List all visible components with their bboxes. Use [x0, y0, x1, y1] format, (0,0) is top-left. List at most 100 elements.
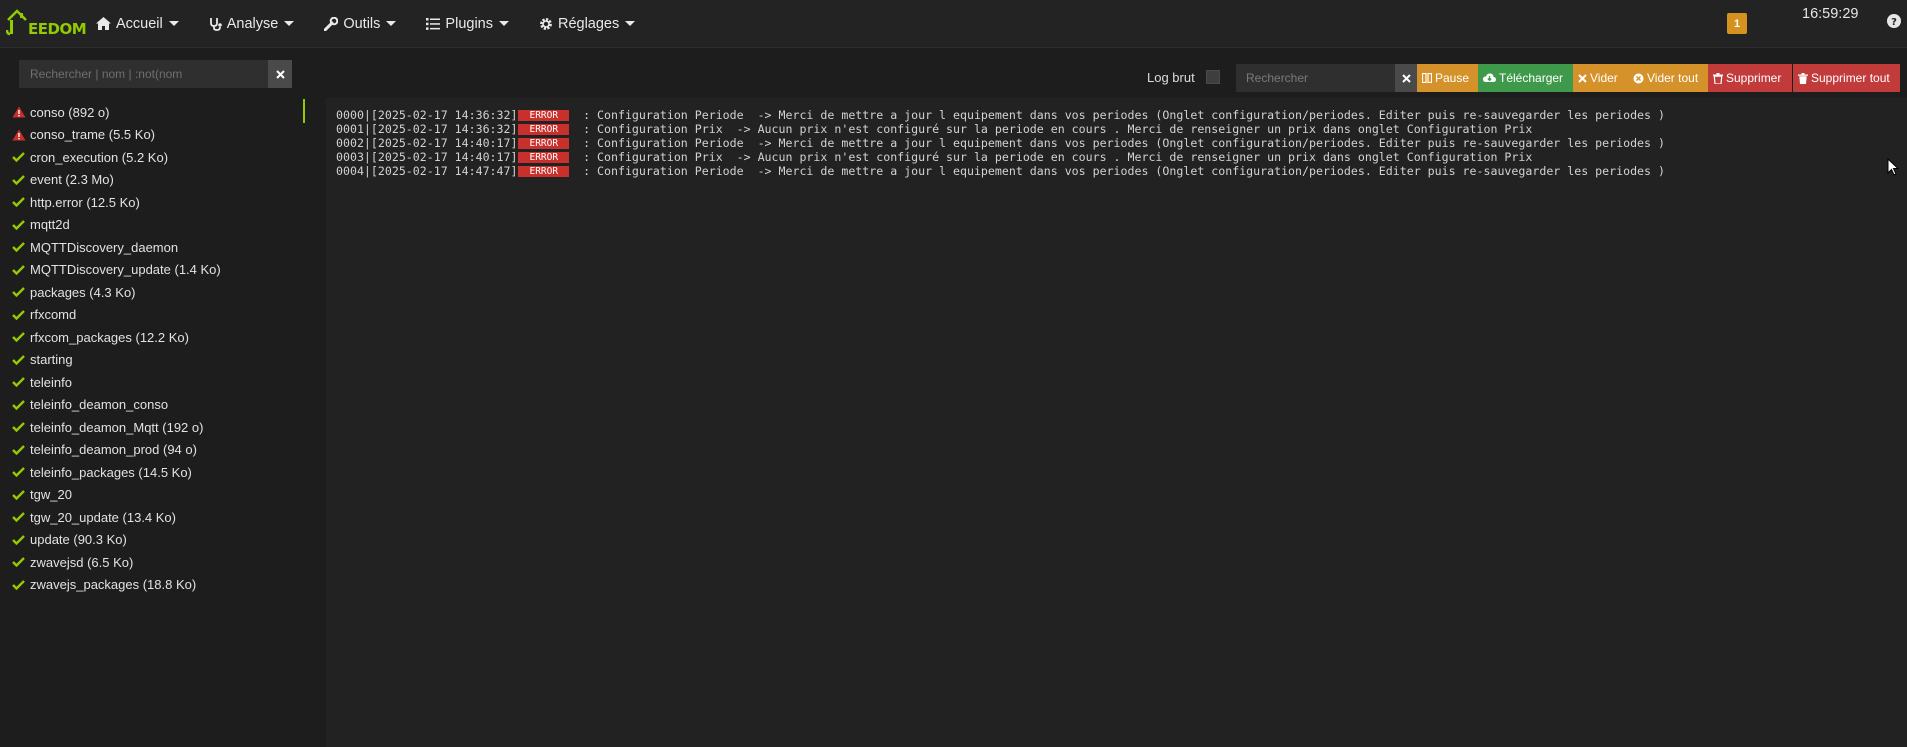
log-content-search-input[interactable]: [1236, 64, 1395, 92]
log-file-item[interactable]: conso (892 o): [0, 99, 305, 124]
log-file-label: teleinfo_deamon_conso: [30, 397, 169, 413]
check-icon: [10, 422, 27, 433]
chevron-down-icon: [284, 21, 295, 26]
stethoscope-icon: [209, 17, 222, 31]
log-line-message: : Configuration Periode -> Merci de mett…: [576, 164, 1665, 178]
log-file-item[interactable]: tgw_20_update (13.4 Ko): [0, 506, 305, 529]
check-icon: [10, 557, 27, 568]
error-level-badge: ERROR: [518, 165, 570, 177]
check-icon: [10, 197, 27, 208]
log-file-item[interactable]: MQTTDiscovery_daemon: [0, 236, 305, 259]
log-file-item[interactable]: conso_trame (5.5 Ko): [0, 124, 305, 147]
log-file-item[interactable]: teleinfo_deamon_Mqtt (192 o): [0, 416, 305, 439]
log-line-message: : Configuration Prix -> Aucun prix n'est…: [576, 122, 1533, 136]
log-lines: 0000|[2025-02-17 14:36:32] ERROR : Config…: [336, 108, 1665, 178]
check-icon: [10, 399, 27, 410]
log-line-prefix: 0001|[2025-02-17 14:36:32]: [336, 122, 518, 136]
log-file-item[interactable]: MQTTDiscovery_update (1.4 Ko): [0, 259, 305, 282]
mouse-cursor-icon: [1887, 157, 1900, 179]
menu-outils[interactable]: Outils: [322, 0, 406, 47]
download-button[interactable]: Télécharger: [1478, 64, 1573, 92]
log-line-message: : Configuration Periode -> Merci de mett…: [576, 108, 1665, 122]
jeedom-logo[interactable]: EEDOM: [5, 6, 87, 40]
pause-icon: [1422, 73, 1432, 83]
clear-button[interactable]: Vider: [1573, 64, 1628, 92]
log-file-item[interactable]: teleinfo: [0, 371, 305, 394]
check-icon: [10, 512, 27, 523]
log-file-label: MQTTDiscovery_daemon: [30, 239, 179, 255]
log-line-message: : Configuration Periode -> Merci de mett…: [576, 136, 1665, 150]
menu-plugins[interactable]: Plugins: [424, 0, 519, 47]
log-file-item[interactable]: teleinfo_deamon_prod (94 o): [0, 439, 305, 462]
chevron-down-icon: [625, 21, 636, 26]
menu-analyse-label: Analyse: [226, 15, 279, 32]
log-search-input[interactable]: [19, 60, 268, 88]
warning-icon: [10, 129, 27, 141]
log-line-prefix: 0004|[2025-02-17 14:47:47]: [336, 164, 518, 178]
log-content-pane[interactable]: 0000|[2025-02-17 14:36:32] ERROR : Config…: [326, 98, 1907, 747]
log-file-item[interactable]: rfxcom_packages (12.2 Ko): [0, 326, 305, 349]
close-icon: [275, 69, 285, 79]
delete-button[interactable]: Supprimer: [1708, 64, 1792, 92]
check-icon: [10, 242, 27, 253]
pause-button[interactable]: Pause: [1417, 64, 1478, 92]
log-file-label: packages (4.3 Ko): [30, 284, 136, 300]
log-file-item[interactable]: packages (4.3 Ko): [0, 281, 305, 304]
log-line: 0003|[2025-02-17 14:40:17] ERROR : Config…: [336, 150, 1665, 164]
menu-analyse[interactable]: Analyse: [207, 0, 305, 47]
menu-reglages-label: Réglages: [557, 15, 620, 32]
log-line-prefix: 0003|[2025-02-17 14:40:17]: [336, 150, 518, 164]
log-file-item[interactable]: update (90.3 Ko): [0, 529, 305, 552]
log-file-label: tgw_20_update (13.4 Ko): [30, 509, 176, 525]
log-file-item[interactable]: starting: [0, 349, 305, 372]
log-brut-label: Log brut: [1147, 70, 1195, 85]
log-file-item[interactable]: teleinfo_deamon_conso: [0, 394, 305, 417]
clear-content-search-button[interactable]: [1395, 64, 1417, 92]
log-file-item[interactable]: zwavejs_packages (18.8 Ko): [0, 574, 305, 597]
notification-badge[interactable]: 1: [1727, 13, 1747, 34]
log-file-item[interactable]: event (2.3 Mo): [0, 169, 305, 192]
log-file-label: teleinfo_deamon_prod (94 o): [30, 442, 197, 458]
delete-all-button[interactable]: Supprimer tout: [1793, 64, 1900, 92]
log-line-prefix: 0002|[2025-02-17 14:40:17]: [336, 136, 518, 150]
error-level-badge: ERROR: [518, 151, 570, 163]
log-file-item[interactable]: rfxcomd: [0, 304, 305, 327]
log-file-label: update (90.3 Ko): [30, 532, 127, 548]
log-file-label: teleinfo_packages (14.5 Ko): [30, 464, 192, 480]
log-file-item[interactable]: zwavejsd (6.5 Ko): [0, 551, 305, 574]
check-icon: [10, 332, 27, 343]
close-icon: [1401, 73, 1411, 83]
log-file-label: teleinfo: [30, 374, 72, 390]
error-level-badge: ERROR: [518, 109, 570, 121]
main-menu: Accueil Analyse Outils Plugins Réglages: [94, 0, 663, 47]
check-icon: [10, 489, 27, 500]
clear-all-label: Vider tout: [1647, 71, 1699, 85]
check-icon: [10, 219, 27, 230]
top-navbar: EEDOM Accueil Analyse Outils Plugins Rég…: [0, 0, 1907, 48]
menu-outils-label: Outils: [343, 15, 381, 32]
wrench-icon: [324, 16, 339, 31]
check-icon: [10, 354, 27, 365]
log-file-item[interactable]: tgw_20: [0, 484, 305, 507]
delete-label: Supprimer: [1726, 71, 1782, 85]
log-file-item[interactable]: mqtt2d: [0, 214, 305, 237]
download-label: Télécharger: [1499, 71, 1564, 85]
log-sidebar: conso (892 o) conso_trame (5.5 Ko) cron_ex…: [0, 48, 305, 747]
log-line: 0004|[2025-02-17 14:47:47] ERROR : Config…: [336, 164, 1665, 178]
log-file-item[interactable]: http.error (12.5 Ko): [0, 191, 305, 214]
menu-accueil-label: Accueil: [116, 15, 163, 32]
check-icon: [10, 152, 27, 163]
help-icon[interactable]: ?: [1887, 14, 1901, 31]
log-file-item[interactable]: cron_execution (5.2 Ko): [0, 146, 305, 169]
clear-search-button[interactable]: [268, 60, 292, 88]
trash-icon: [1713, 72, 1723, 84]
clear-all-button[interactable]: Vider tout: [1628, 64, 1708, 92]
menu-plugins-label: Plugins: [445, 15, 493, 32]
clock: 16:59:29: [1802, 6, 1859, 22]
cloud-download-icon: [1483, 73, 1496, 83]
menu-accueil[interactable]: Accueil: [94, 0, 189, 47]
log-file-item[interactable]: teleinfo_packages (14.5 Ko): [0, 461, 305, 484]
menu-reglages[interactable]: Réglages: [537, 0, 645, 47]
error-level-badge: ERROR: [518, 123, 570, 135]
log-brut-checkbox[interactable]: [1206, 70, 1220, 84]
